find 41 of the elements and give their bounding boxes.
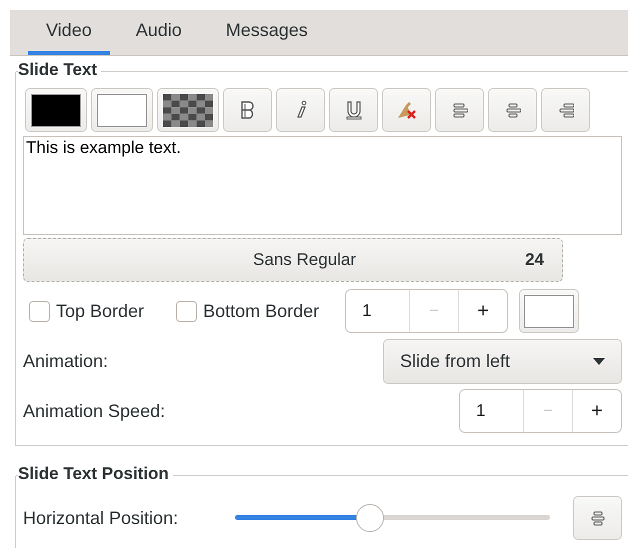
tab[interactable]: Audio xyxy=(118,10,200,55)
checker-icon xyxy=(163,94,213,126)
text-area[interactable]: This is example text. xyxy=(23,136,622,235)
checkbox[interactable] xyxy=(29,300,50,322)
dropdown-arrow-icon xyxy=(593,358,605,364)
align-left-icon xyxy=(452,102,468,118)
slider-thumb[interactable] xyxy=(356,504,384,532)
font-button[interactable]: Sans Regular 24 xyxy=(23,238,563,282)
align-right-icon xyxy=(558,102,574,118)
tab[interactable]: Video xyxy=(28,10,110,55)
bold-button[interactable] xyxy=(223,88,272,132)
tab[interactable]: Messages xyxy=(208,10,326,55)
underline-button[interactable] xyxy=(329,88,378,132)
pattern-button[interactable] xyxy=(157,88,219,132)
increment-button[interactable]: + xyxy=(572,390,621,432)
align-center-icon xyxy=(504,102,520,118)
align-center-button[interactable] xyxy=(488,88,537,132)
spinner-value: 1 xyxy=(361,300,373,322)
underline-icon xyxy=(344,100,362,120)
color-button[interactable] xyxy=(519,289,580,333)
checkbox-label: Bottom Border xyxy=(203,300,320,322)
number-spinner[interactable]: 1 − + xyxy=(459,389,622,433)
color-button[interactable] xyxy=(91,88,153,132)
checkbox[interactable] xyxy=(176,300,198,322)
align-right-button[interactable] xyxy=(541,88,590,132)
number-spinner[interactable]: 1 − + xyxy=(345,289,508,333)
animation-dropdown[interactable]: Slide from left xyxy=(383,338,622,384)
font-name: Sans Regular xyxy=(252,249,358,272)
align-button[interactable] xyxy=(573,496,622,540)
align-left-button[interactable] xyxy=(435,88,484,132)
increment-button[interactable]: + xyxy=(458,290,508,332)
bold-icon xyxy=(238,100,256,120)
field-label: Animation Speed: xyxy=(23,400,166,423)
checkbox-label: Top Border xyxy=(56,300,144,323)
color-button[interactable] xyxy=(25,88,87,132)
spinner-value: 1 xyxy=(475,400,486,422)
align-center-icon xyxy=(590,510,606,526)
eraser-icon xyxy=(396,100,418,120)
font-size: 24 xyxy=(525,249,545,272)
field-label: Horizontal Position: xyxy=(23,506,180,530)
field-label: Animation: xyxy=(23,350,108,372)
